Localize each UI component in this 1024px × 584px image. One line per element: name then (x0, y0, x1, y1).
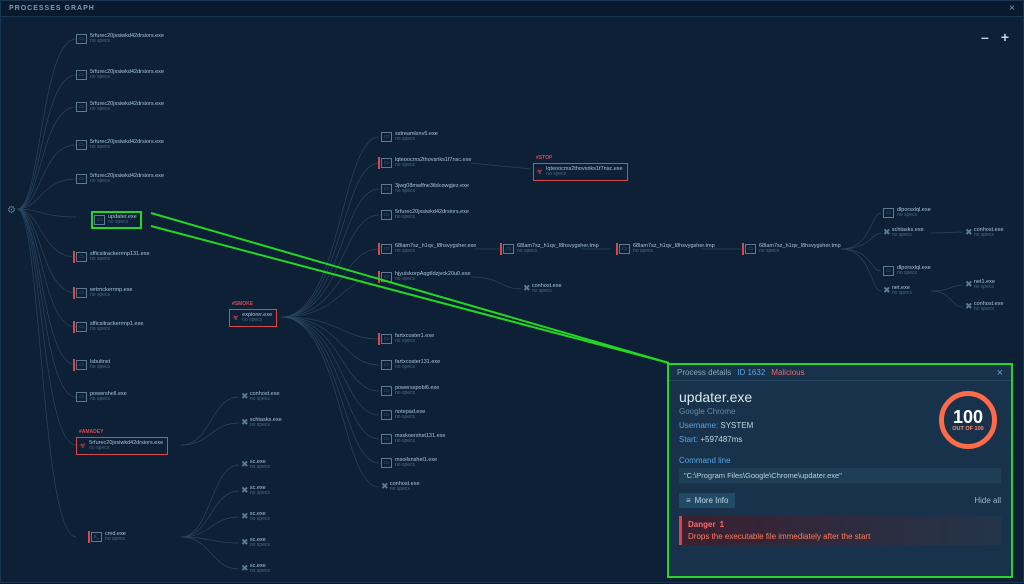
process-node[interactable]: ▭5rfurec20jxsiwkd42drsiors.exeno specs (76, 69, 164, 81)
tag-label: #SMOKE (232, 301, 253, 307)
process-node[interactable]: ✖ conhost.exeno specs (241, 391, 280, 403)
wrench-icon: ✖ (241, 391, 249, 402)
wrench-icon: ✖ (965, 227, 973, 238)
process-node[interactable]: ▭sstreamlsnv5.exeno specs (381, 131, 438, 143)
wrench-icon: ✖ (381, 481, 389, 492)
process-node-stop[interactable]: #STOP☣lqteoocms2thovsriks1f7nsc.exeno sp… (533, 163, 628, 181)
process-node[interactable]: ▭5rfurec20jxsiwkd42drsiors.exeno specs (76, 101, 164, 113)
wrench-icon: ✖ (241, 563, 249, 574)
process-node[interactable]: ▭3jwg08mwlfne3tldcowgjez.exeno specs (381, 183, 469, 195)
wrench-icon: ✖ (883, 227, 891, 238)
process-node-updater[interactable]: ▭updater.exeno specs (91, 211, 142, 229)
process-node[interactable]: ▭68lam7sz_h1qv_I8hsvygsher.exeno specs (381, 243, 476, 255)
score-label: OUT OF 100 (952, 426, 983, 432)
process-node[interactable]: ▭5rfurec20jxsiwkd42drsiors.exeno specs (76, 139, 164, 151)
username-value: SYSTEM (720, 421, 753, 430)
wrench-icon: ✖ (241, 537, 249, 548)
process-node[interactable]: ▭wrtrnckerrmp.exeno specs (76, 287, 132, 299)
process-node[interactable]: ▭68lam7sz_h1qv_I8hsvygsher.tmpno specs (619, 243, 715, 255)
zoom-out-button[interactable]: – (981, 29, 989, 45)
score-ring: 100 OUT OF 100 (939, 391, 997, 449)
biohazard-icon: ☣ (232, 313, 239, 322)
process-node[interactable]: ✖ conhost.exeno specs (965, 301, 1004, 313)
process-node[interactable]: ✖ conhost.exeno specs (523, 283, 562, 295)
wrench-icon: ✖ (883, 285, 891, 296)
danger-count: 1 (720, 520, 724, 529)
process-node[interactable]: ▭powersxpobl6.exeno specs (381, 385, 439, 397)
process-node[interactable]: ▭lsbultnstno specs (76, 359, 110, 371)
process-node[interactable]: ▭5rfurec20jxsiwkd42drsiors.exeno specs (381, 209, 469, 221)
process-node[interactable]: ▭5rfurec20jxsiwkd42drsiors.exeno specs (76, 33, 164, 45)
process-node[interactable]: ✖ conhost.exeno specs (965, 227, 1004, 239)
process-node[interactable]: ✖ sc.exeno specs (241, 537, 270, 549)
process-detail-panel: Process details ID 1632 Malicious × upda… (667, 363, 1013, 578)
process-node[interactable]: ▭fartxcoster1.exeno specs (381, 333, 434, 345)
gear-icon: ⚙ (7, 205, 16, 216)
process-node[interactable]: ✖ sc.exeno specs (241, 563, 270, 575)
list-icon: ≡ (686, 496, 691, 505)
process-node[interactable]: ▭dlporsxlql.exeno specs (883, 265, 931, 277)
biohazard-icon: ☣ (536, 167, 543, 176)
process-node[interactable]: ▭5rfurec20jxsiwkd42drsiors.exeno specs (76, 173, 164, 185)
username-label: Username: (679, 421, 718, 430)
wrench-icon: ✖ (965, 301, 973, 312)
start-value: +597487ms (700, 435, 742, 444)
score-value: 100 (953, 408, 983, 426)
process-node[interactable]: ✖ net1.exeno specs (965, 279, 995, 291)
process-node[interactable]: ▭msskoershst131.exeno specs (381, 433, 445, 445)
process-node[interactable]: ✖ sc.exeno specs (241, 485, 270, 497)
process-node[interactable]: >_cmd.exeno specs (91, 531, 126, 543)
danger-bar[interactable]: Danger 1 Drops the executable file immedi… (679, 516, 1001, 545)
process-node[interactable]: ▭fartxcoster131.exeno specs (381, 359, 440, 371)
process-node-amadey[interactable]: #AMADEY☣5rfurec20jxsiwkd42drsiors.exeno … (76, 437, 168, 455)
process-node-smoke[interactable]: #SMOKE☣explorer.exeno specs (229, 309, 277, 327)
detail-header-label: Process details (677, 368, 731, 377)
process-node[interactable]: ▭msoilsnshel1.exeno specs (381, 457, 437, 469)
tag-label: #STOP (536, 155, 552, 161)
process-node[interactable]: ▭68lam7sz_h1qv_I8hsvygsher.tmpno specs (745, 243, 841, 255)
hide-all-button[interactable]: Hide all (974, 496, 1001, 505)
tag-label: #AMADEY (79, 429, 103, 435)
zoom-in-button[interactable]: + (1001, 29, 1009, 45)
more-info-button[interactable]: ≡More Info (679, 493, 735, 508)
process-node[interactable]: ▭hjyuiskorpAqgtIdzjvck20u0.exeno specs (381, 271, 471, 283)
wrench-icon: ✖ (241, 511, 249, 522)
start-label: Start: (679, 435, 698, 444)
danger-desc: Drops the executable file immediately af… (688, 532, 995, 541)
process-node[interactable]: ✖ schtasks.exeno specs (241, 417, 282, 429)
cmdline-label: Command line (679, 456, 1001, 465)
cmdline-value[interactable]: "C:\Program Files\Google\Chrome\updater.… (679, 468, 1001, 483)
wrench-icon: ✖ (241, 417, 249, 428)
biohazard-icon: ☣ (79, 441, 86, 450)
process-node[interactable]: ▭dlporsxlql.exeno specs (883, 207, 931, 219)
process-node[interactable]: ✖ schtasks.exeno specs (883, 227, 924, 239)
danger-label: Danger (688, 520, 716, 529)
process-node[interactable]: ▭68lam7sz_h1qv_I8hsvygsher.tmpno specs (503, 243, 599, 255)
wrench-icon: ✖ (241, 459, 249, 470)
wrench-icon: ✖ (523, 283, 531, 294)
process-node[interactable]: ▭sfficsitrackerrmp1.exeno specs (76, 321, 143, 333)
detail-malicious-badge: Malicious (771, 368, 804, 377)
process-sub: no specs (90, 39, 164, 45)
process-node[interactable]: ✖ net.exeno specs (883, 285, 912, 297)
wrench-icon: ✖ (241, 485, 249, 496)
process-node[interactable]: ▭notepad.exeno specs (381, 409, 425, 421)
process-node[interactable]: ✖ sc.exeno specs (241, 511, 270, 523)
process-node[interactable]: ✖ conhost.exeno specs (381, 481, 420, 493)
wrench-icon: ✖ (965, 279, 973, 290)
close-panel-icon[interactable]: × (997, 367, 1003, 379)
window-title: PROCESSES GRAPH (9, 5, 95, 12)
process-node[interactable]: ▭lqteoocms2thovsriks1f7nsc.exeno specs (381, 157, 471, 169)
process-node[interactable]: ▭powershell.exeno specs (76, 391, 127, 403)
close-icon[interactable]: × (1009, 3, 1015, 14)
process-graph-canvas[interactable]: – + (1, 17, 1023, 582)
process-node[interactable]: ✖ sc.exeno specs (241, 459, 270, 471)
detail-pid: ID 1632 (737, 368, 765, 377)
process-node[interactable]: ▭sfficsitrackerrmp131.exeno specs (76, 251, 150, 263)
